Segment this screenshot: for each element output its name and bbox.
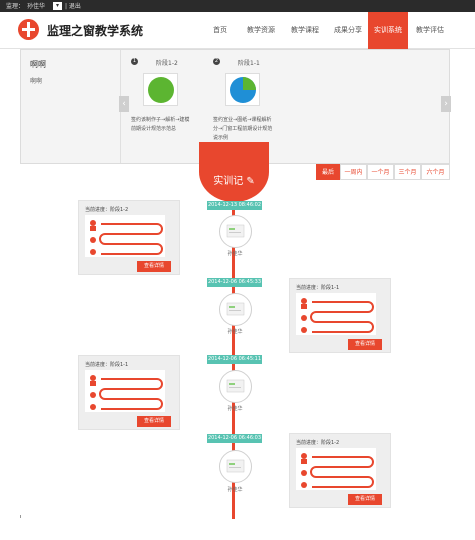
progress-title: 当前进度：阶段1-2 [85,207,129,213]
progress-diagram [85,370,165,412]
filter-week[interactable]: 一周内 [340,164,367,180]
progress-card: 当前进度：阶段1-1 查看详情 [289,278,391,353]
card-label[interactable]: 阶段1-2 [156,58,178,67]
hero-label-text: 实训记 [213,176,244,187]
timeline-name: 孙佳华 [227,329,243,335]
card-description: 签约该制作子→解析→建模 前期设计规范示范总 [131,116,216,134]
pie-icon [230,77,256,103]
card-pie-chart[interactable] [143,73,178,106]
progress-diagram [296,448,376,490]
chevron-down-icon[interactable]: ▾ [53,2,62,10]
view-details-button[interactable]: 查看详情 [348,494,382,505]
nav-home[interactable]: 首页 [204,12,236,49]
dropdown-sidebar: 啊啊 啊啊 [21,50,121,163]
progress-path-icon [90,375,163,410]
bottom-mark [20,515,21,518]
card-label[interactable]: 阶段1-1 [238,58,260,67]
snapshot-icon [226,459,245,473]
progress-diagram [296,293,376,335]
card-pie-chart[interactable] [225,73,260,106]
timeline-avatar[interactable] [219,293,252,326]
carousel-prev-icon[interactable]: ‹ [119,96,129,112]
filter-six-months[interactable]: 六个月 [421,164,450,180]
carousel-next-icon[interactable]: › [441,96,451,112]
card-description-line: 分→门窗工程前期设计规范 [213,126,273,132]
dropdown-subtitle: 啊啊 [30,78,43,85]
snapshot-icon [226,302,245,316]
filter-latest[interactable]: 最后 [316,164,340,180]
progress-card: 当前进度：阶段1-1 查看详情 [78,355,180,430]
timeline-name: 孙佳华 [227,487,243,493]
view-details-button[interactable]: 查看详情 [137,416,171,427]
card-number: 1 [131,58,138,65]
progress-path-icon [90,220,163,255]
pie-icon [148,77,174,103]
progress-title: 当前进度：阶段1-2 [296,440,340,446]
dropdown-title: 啊啊 [30,60,46,69]
card-description-line: 签约宣业→图纸→课程解析 [213,117,272,123]
nav-resources[interactable]: 教学资源 [241,12,281,49]
progress-path-icon [301,298,374,333]
hero-label: 实训记 ✎ [199,172,269,187]
nav-share[interactable]: 成果分享 [328,12,368,49]
timeline-name: 孙佳华 [227,406,243,412]
view-details-button[interactable]: 查看详情 [137,261,171,272]
timeline-name: 孙佳华 [227,251,243,257]
timeline-avatar[interactable] [219,450,252,483]
nav-training[interactable]: 实训系统 [368,12,408,49]
card-description: 签约宣业→图纸→课程解析 分→门窗工程前期设计规范 说示例 [213,116,298,143]
nav-evaluation[interactable]: 教学评估 [410,12,450,49]
progress-title: 当前进度：阶段1-1 [85,362,129,368]
filter-month[interactable]: 一个月 [367,164,394,180]
filter-three-months[interactable]: 三个月 [394,164,421,180]
user-name[interactable]: 孙佳华 [27,1,45,10]
brand-logo[interactable] [18,19,39,40]
logout-link[interactable]: | 退出 [65,1,81,10]
progress-diagram [85,215,165,257]
progress-path-icon [301,453,374,488]
progress-card: 当前进度：阶段1-2 查看详情 [78,200,180,275]
nav-courses[interactable]: 教学课程 [285,12,325,49]
pencil-icon: ✎ [246,176,255,187]
progress-card: 当前进度：阶段1-2 查看详情 [289,433,391,508]
top-strip: 监理： 孙佳华 ▾ | 退出 [0,0,475,12]
timeline-date: 2014-12-06 06:45:33 [207,278,262,287]
snapshot-icon [226,224,245,238]
timeline-avatar[interactable] [219,370,252,403]
user-label: 监理： [6,3,25,10]
card-description-line: 前期设计规范示范总 [131,126,177,132]
brand-title[interactable]: 监理之窗教学系统 [47,22,143,39]
card-number: 2 [213,58,220,65]
timeline-avatar[interactable] [219,215,252,248]
timeline-date: 2014-12-06 06:46:03 [207,434,262,443]
progress-title: 当前进度：阶段1-1 [296,285,340,291]
view-details-button[interactable]: 查看详情 [348,339,382,350]
timeline-date: 2014-12-06 06:45:11 [207,355,262,364]
card-description-line: 签约该制作子→解析→建模 [131,117,190,123]
snapshot-icon [226,379,245,393]
timeline-date: 2014-12-13 08:46:02 [207,201,262,210]
